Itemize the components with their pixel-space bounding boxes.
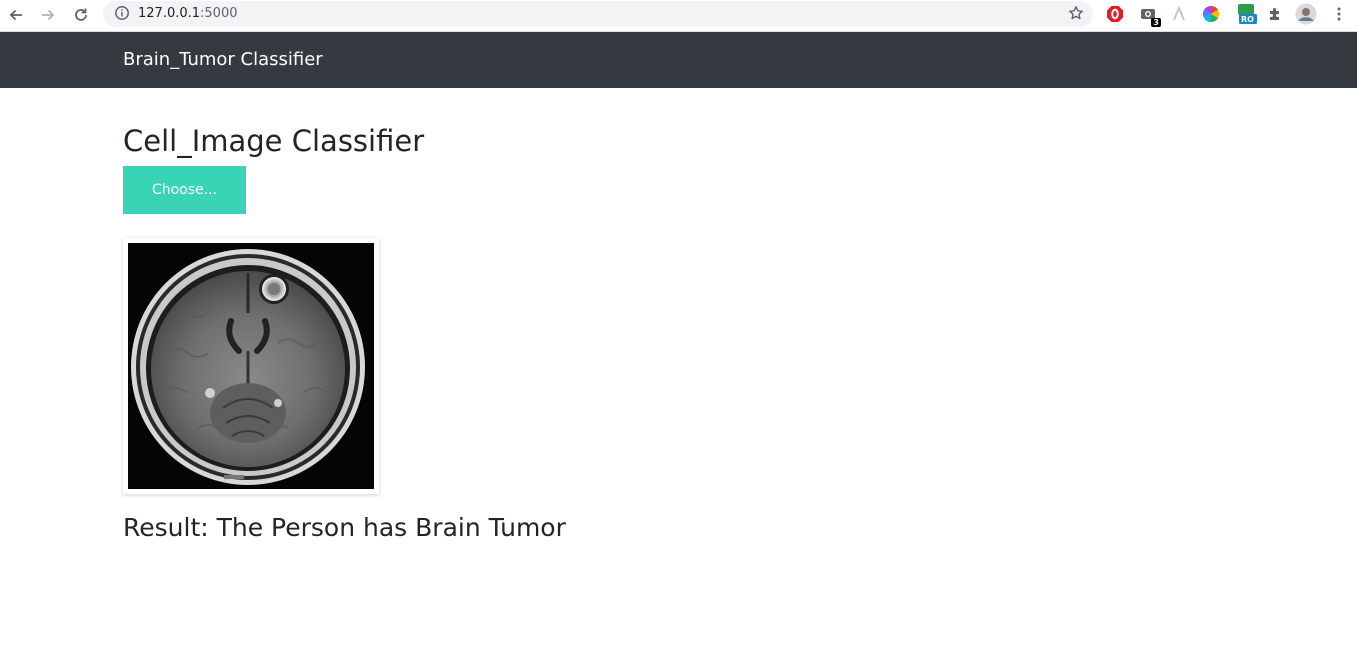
image-preview [123,238,379,494]
ro-extension-icon[interactable]: RO [1236,4,1258,24]
result-text: Result: The Person has Brain Tumor [123,513,566,542]
extensions-puzzle-icon[interactable] [1265,4,1285,24]
back-icon[interactable] [5,4,27,26]
color-picker-extension-icon[interactable] [1201,4,1221,24]
page-title: Cell_Image Classifier [123,124,425,158]
arrow-extension-icon[interactable] [1169,4,1189,24]
info-icon[interactable] [114,5,130,25]
browser-menu-icon[interactable] [1329,4,1349,24]
reload-icon[interactable] [70,4,92,26]
extension-ro-label: RO [1241,15,1254,24]
url-text: 127.0.0.1:5000 [138,6,238,21]
extension-badge: 3 [1151,18,1161,27]
forward-icon[interactable] [37,4,59,26]
browser-toolbar: 127.0.0.1:5000 3 RO [0,0,1357,32]
app-navbar: Brain_Tumor Classifier [0,32,1357,88]
adblock-extension-icon[interactable] [1105,4,1125,24]
brain-mri-image [128,243,374,489]
profile-avatar-icon[interactable] [1295,3,1317,25]
navbar-brand[interactable]: Brain_Tumor Classifier [123,49,323,71]
choose-file-button[interactable]: Choose... [123,166,246,214]
screenshot-extension-icon[interactable]: 3 [1138,4,1161,27]
address-bar[interactable]: 127.0.0.1:5000 [103,1,1093,27]
bookmark-star-icon[interactable] [1068,5,1084,25]
